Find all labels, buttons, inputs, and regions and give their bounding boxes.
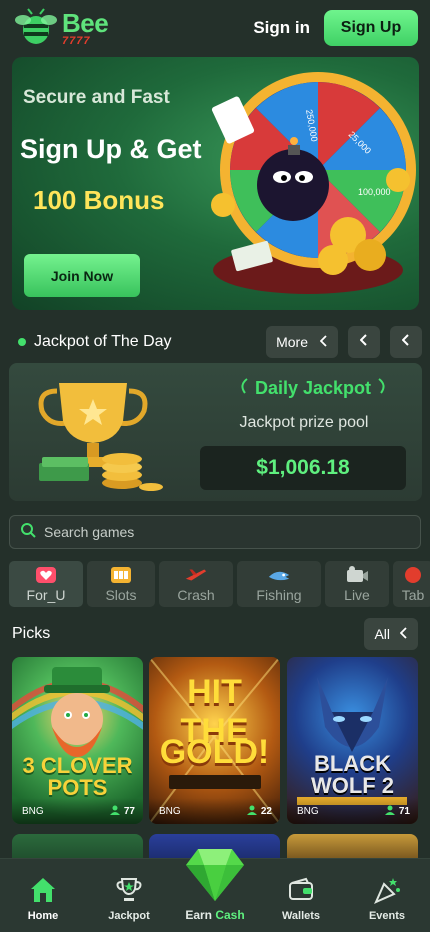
nav-jackpot[interactable]: Jackpot [86, 859, 172, 932]
next-button[interactable] [390, 326, 422, 358]
tab-crash-label: Crash [177, 587, 215, 603]
tab-fishing-label: Fishing [256, 587, 302, 603]
tab-live[interactable]: Live [325, 561, 389, 607]
game-provider: BNG [297, 805, 319, 817]
tab-for-u[interactable]: For_U [9, 561, 83, 607]
jackpot-header: Jackpot of The Day More [12, 326, 422, 358]
user-icon [109, 805, 120, 818]
shark-icon [267, 565, 291, 585]
top-header: Bee 7777 Sign in Sign Up [0, 0, 430, 56]
nav-events-label: Events [368, 910, 406, 922]
table-icon [401, 565, 425, 585]
tab-slots[interactable]: Slots [87, 561, 155, 607]
tab-crash[interactable]: Crash [159, 561, 233, 607]
trophy-icon [37, 371, 177, 493]
search-bar[interactable] [9, 515, 421, 549]
all-label: All [374, 626, 390, 642]
party-popper-icon [371, 874, 403, 906]
tab-slots-label: Slots [105, 587, 137, 603]
live-dot [18, 338, 26, 346]
chevron-left-icon [319, 334, 328, 350]
wallet-icon [285, 874, 317, 906]
player-count: 71 [384, 805, 410, 818]
nav-wallets-label: Wallets [281, 910, 321, 922]
banner-bonus: 100 Bonus [33, 185, 165, 215]
daily-jackpot-title: Daily Jackpot [223, 377, 403, 400]
signup-button[interactable]: Sign Up [324, 10, 418, 46]
chevron-left-icon [359, 333, 368, 351]
game-provider: BNG [159, 805, 181, 817]
signin-link[interactable]: Sign in [253, 18, 310, 38]
game-provider: BNG [22, 805, 44, 817]
category-tabs: For_U Slots Crash Fishing Live Tab [9, 561, 430, 607]
player-count: 77 [109, 805, 135, 818]
logo-wordmark: Bee [62, 7, 109, 38]
daily-jackpot-card[interactable]: Daily Jackpot Jackpot prize pool $1,006.… [9, 363, 422, 501]
bottom-navigation: Home Jackpot Earn Cash Wallets Events [0, 849, 430, 932]
jackpot-pool-label: Jackpot prize pool [239, 414, 369, 431]
search-input[interactable] [44, 524, 420, 540]
earn-prefix: Earn [185, 908, 216, 922]
nav-home-label: Home [27, 910, 59, 922]
more-label: More [276, 334, 308, 350]
nav-jackpot-label: Jackpot [108, 910, 150, 922]
game-tile[interactable]: HIT THE GOLD! BNG 22 [149, 657, 280, 824]
join-now-button[interactable]: Join Now [24, 254, 140, 297]
tab-for-u-label: For_U [26, 587, 66, 603]
brand-logo[interactable]: Bee 7777 [14, 7, 109, 48]
banner-tagline: Secure and Fast [23, 87, 170, 108]
camera-icon [345, 565, 369, 585]
prev-button[interactable] [348, 326, 380, 358]
tab-table-label: Tab [401, 587, 425, 603]
laurel-right-icon [377, 377, 389, 400]
airplane-icon [184, 565, 208, 585]
laurel-left-icon [237, 377, 249, 400]
tab-live-label: Live [344, 587, 370, 603]
logo-subtext: 7777 [62, 34, 91, 47]
game-tile[interactable]: 3 CLOVER POTS BNG 77 [12, 657, 143, 824]
promo-banner[interactable]: Secure and Fast Sign Up & Get 100 Bonus … [12, 57, 419, 310]
game-footer: BNG 22 [149, 798, 280, 824]
slot-machine-icon [109, 565, 133, 585]
player-count-value: 71 [398, 805, 410, 817]
more-button[interactable]: More [266, 326, 338, 358]
bee-logo-icon [14, 8, 58, 48]
jackpot-amount: $1,006.18 [200, 446, 406, 490]
player-count: 22 [246, 805, 272, 818]
player-count-value: 22 [260, 805, 272, 817]
nav-home[interactable]: Home [0, 859, 86, 932]
tab-table[interactable]: Tab [393, 561, 430, 607]
nav-wallets[interactable]: Wallets [258, 859, 344, 932]
all-button[interactable]: All [364, 618, 418, 650]
nav-events[interactable]: Events [344, 859, 430, 932]
gem-icon [184, 845, 246, 903]
chevron-left-icon [401, 333, 410, 351]
player-count-value: 77 [123, 805, 135, 817]
nav-earn-cash-label: Earn Cash [185, 908, 244, 922]
nav-earn-cash[interactable]: Earn Cash [172, 849, 258, 932]
chevron-left-icon [399, 626, 408, 642]
trophy-icon [113, 874, 145, 906]
user-icon [246, 805, 257, 818]
game-title-bottom: WOLF 2 [310, 773, 395, 798]
game-tile[interactable]: BLACK WOLF 2 BNG 71 [287, 657, 418, 824]
picks-title: Picks [12, 625, 51, 642]
picks-header: Picks All [12, 618, 418, 650]
svg-text:100,000: 100,000 [358, 187, 391, 197]
prize-wheel-illustration: 25,000 100,000 250,000 [198, 65, 418, 310]
daily-jackpot-label: Daily Jackpot [254, 378, 372, 398]
heart-icon [34, 565, 58, 585]
game-title-bottom: GOLD! [159, 733, 270, 771]
search-icon [20, 522, 36, 543]
home-icon [27, 874, 59, 906]
jackpot-section-title: Jackpot of The Day [34, 333, 172, 350]
game-footer: BNG 71 [287, 798, 418, 824]
user-icon [384, 805, 395, 818]
banner-headline: Sign Up & Get [20, 134, 202, 164]
tab-fishing[interactable]: Fishing [237, 561, 321, 607]
game-footer: BNG 77 [12, 798, 143, 824]
earn-suffix: Cash [215, 908, 245, 922]
